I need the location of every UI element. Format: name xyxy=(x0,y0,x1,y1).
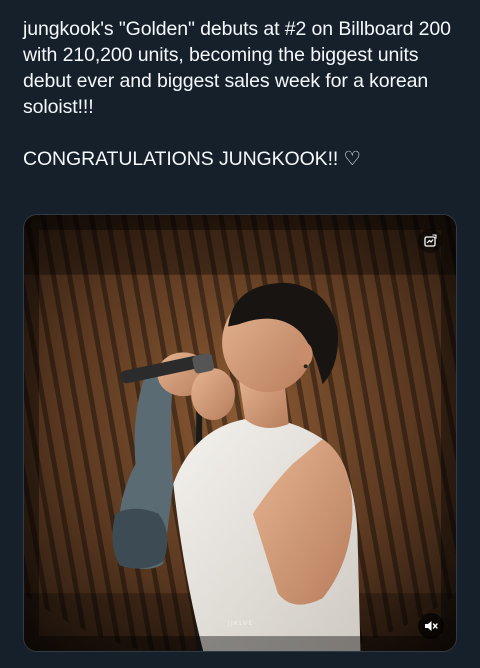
tweet-text-paragraph-2: CONGRATULATIONS JUNGKOOK!! ♡ xyxy=(23,148,361,170)
tweet-text: jungkook's "Golden" debuts at #2 on Bill… xyxy=(23,16,468,172)
volume-muted-icon[interactable] xyxy=(418,613,444,639)
tweet: jungkook's "Golden" debuts at #2 on Bill… xyxy=(0,0,480,668)
tweet-text-paragraph-1: jungkook's "Golden" debuts at #2 on Bill… xyxy=(23,18,451,118)
video-frame xyxy=(24,215,456,651)
gif-badge-icon xyxy=(418,229,442,253)
tweet-video[interactable]: JJKLVE xyxy=(23,214,457,652)
video-watermark: JJKLVE xyxy=(228,619,254,627)
